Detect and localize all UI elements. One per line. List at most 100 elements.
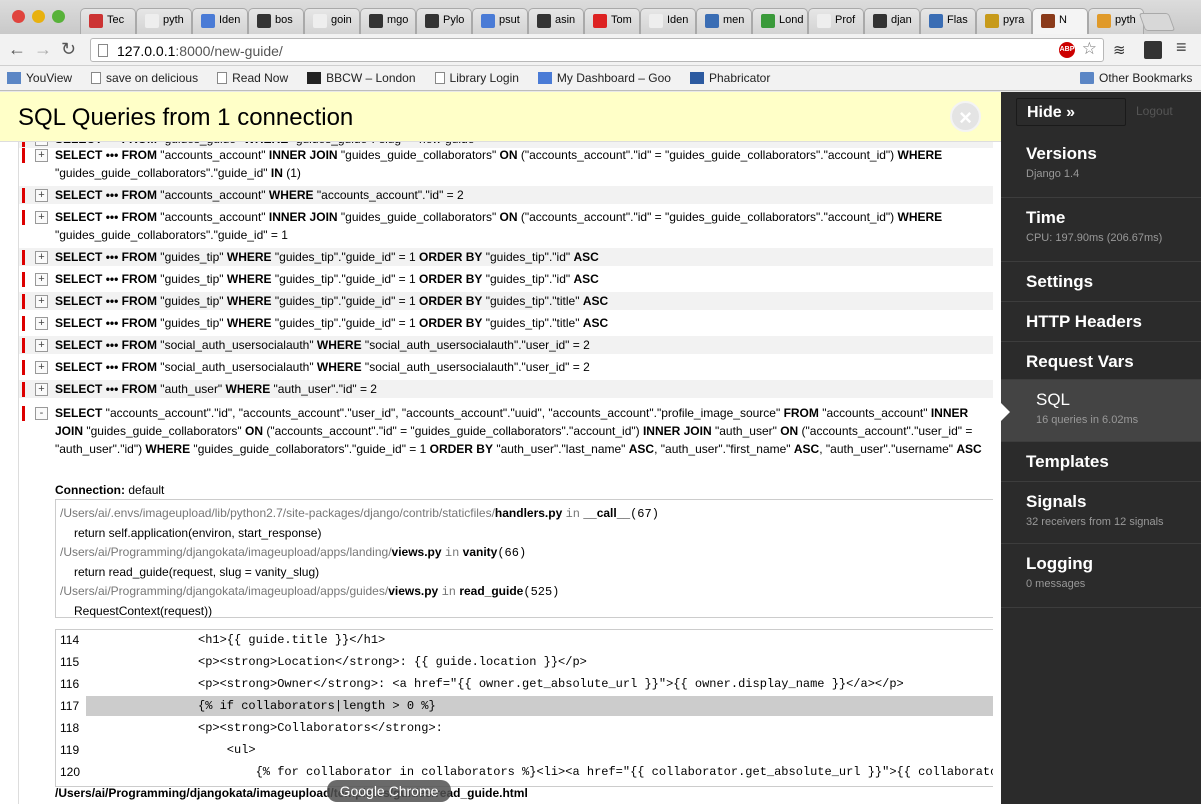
panel-nav-signals[interactable]: Signals 32 receivers from 12 signals (1001, 482, 1201, 544)
browser-tab[interactable]: Flas (920, 8, 976, 34)
connection-label: Connection: (55, 483, 125, 497)
sql-keyword: INNER JOIN (268, 210, 338, 224)
bookmark-item[interactable]: Phabricator (689, 71, 770, 85)
browser-tab[interactable]: men (696, 8, 752, 34)
expand-icon[interactable]: + (35, 383, 48, 396)
browser-tab[interactable]: pyth (136, 8, 192, 34)
close-window-icon[interactable] (12, 10, 25, 23)
nav-title: SQL (1036, 390, 1071, 409)
new-tab-button[interactable] (1138, 13, 1176, 31)
favicon-icon (481, 14, 495, 28)
bookmark-item[interactable]: My Dashboard – Goo (537, 71, 671, 85)
panel-nav-versions[interactable]: Versions Django 1.4 (1001, 134, 1201, 198)
expand-icon[interactable]: + (35, 361, 48, 374)
browser-tab[interactable]: Iden (640, 8, 696, 34)
bookmark-item[interactable]: Read Now (217, 71, 288, 85)
other-bookmarks[interactable]: Other Bookmarks (1080, 71, 1192, 85)
tab-label: goin (331, 14, 352, 26)
favicon-icon (257, 14, 271, 28)
browser-tab[interactable]: N (1032, 8, 1088, 34)
extension-icon[interactable] (1144, 41, 1162, 59)
minimize-window-icon[interactable] (32, 10, 45, 23)
browser-tab[interactable]: Lond (752, 8, 808, 34)
expand-icon[interactable]: + (35, 339, 48, 352)
expand-icon[interactable]: + (35, 295, 48, 308)
favicon-icon (369, 14, 383, 28)
expand-icon[interactable]: + (35, 149, 48, 162)
sql-keyword: INNER JOIN (642, 424, 712, 438)
collapse-icon[interactable]: - (35, 407, 48, 420)
layers-extension-icon[interactable]: ≋ (1113, 41, 1129, 59)
panel-nav-sql[interactable]: SQL 16 queries in 6.02ms (1001, 380, 1201, 442)
panel-nav-request-vars[interactable]: Request Vars (1001, 342, 1201, 380)
bookmark-item[interactable]: Library Login (434, 71, 519, 85)
url-text[interactable]: 127.0.0.1:8000/new-guide/ (117, 43, 283, 59)
browser-tab[interactable]: djan (864, 8, 920, 34)
sql-keyword: FROM (121, 360, 157, 374)
logout-link[interactable]: Logout (1136, 104, 1173, 118)
browser-tab[interactable]: asin (528, 8, 584, 34)
nav-subtitle: Django 1.4 (1026, 168, 1080, 180)
panel-nav-templates[interactable]: Templates (1001, 442, 1201, 482)
line-code: <h1>{{ guide.title }}</h1> (198, 633, 386, 647)
sql-query-row: + SELECT ••• FROM "guides_tip" WHERE "gui… (19, 248, 993, 266)
bbc-icon (307, 72, 322, 84)
sql-query-row: + SELECT ••• FROM "accounts_account" WHER… (19, 186, 993, 204)
line-number: 119 (60, 743, 80, 757)
reload-icon[interactable]: ↻ (61, 40, 76, 58)
expand-icon[interactable]: + (35, 189, 48, 202)
close-panel-button[interactable]: × (950, 101, 981, 132)
frame-file: views.py (388, 584, 439, 598)
sql-query-list: +SELECT ••• FROM "guides_guide" WHERE "g… (18, 142, 993, 804)
adblock-icon[interactable]: ABP (1059, 42, 1075, 58)
other-bookmarks-label: Other Bookmarks (1099, 71, 1193, 85)
panel-nav-logging[interactable]: Logging 0 messages (1001, 544, 1201, 608)
frame-line-close: ) (518, 546, 527, 560)
sql-keyword: ••• (105, 188, 119, 202)
expand-icon[interactable]: + (35, 317, 48, 330)
browser-tab[interactable]: mgo (360, 8, 416, 34)
browser-tab[interactable]: bos (248, 8, 304, 34)
browser-tab[interactable]: Tec (80, 8, 136, 34)
stacktrace: /Users/ai/.envs/imageupload/lib/python2.… (55, 499, 993, 618)
panel-nav-time[interactable]: Time CPU: 197.90ms (206.67ms) (1001, 198, 1201, 262)
favicon-icon (929, 14, 943, 28)
stack-frame: /Users/ai/Programming/djangokata/imageup… (60, 582, 990, 602)
page-icon (98, 44, 108, 57)
query-duration-bar (22, 382, 25, 397)
sql-keyword: SELECT (55, 250, 103, 264)
bookmark-item[interactable]: BBCW – London (307, 71, 416, 85)
back-icon[interactable]: ← (8, 40, 26, 58)
frame-code: return self.application(environ, start_r… (74, 526, 322, 540)
bookmark-item[interactable]: YouView (7, 71, 72, 85)
expand-icon[interactable]: + (35, 251, 48, 264)
query-duration-bar (22, 406, 25, 421)
sql-keyword: ON (244, 424, 263, 438)
frame-line: 525 (530, 585, 553, 599)
sql-keyword: ON (499, 148, 518, 162)
bookmark-item[interactable]: save on delicious (91, 71, 198, 85)
browser-tab[interactable]: Iden (192, 8, 248, 34)
sql-keyword: FROM (121, 382, 157, 396)
panel-nav-http-headers[interactable]: HTTP Headers (1001, 302, 1201, 342)
hide-toolbar-button[interactable]: Hide » (1016, 98, 1126, 126)
frame-path: /Users/ai/.envs/imageupload/lib/python2.… (60, 506, 495, 520)
star-icon[interactable]: ☆ (1082, 39, 1097, 59)
bookmark-label: Read Now (232, 71, 289, 85)
browser-tab[interactable]: pyth (1088, 8, 1144, 34)
browser-tab[interactable]: goin (304, 8, 360, 34)
expand-icon[interactable]: + (35, 273, 48, 286)
browser-tab[interactable]: pyra (976, 8, 1032, 34)
browser-tab[interactable]: psut (472, 8, 528, 34)
expand-icon[interactable]: + (35, 211, 48, 224)
forward-icon[interactable]: → (34, 40, 52, 58)
panel-nav-settings[interactable]: Settings (1001, 262, 1201, 302)
browser-tab[interactable]: Tom (584, 8, 640, 34)
stack-frame: /Users/ai/.envs/imageupload/lib/python2.… (60, 504, 990, 524)
address-bar[interactable]: 127.0.0.1:8000/new-guide/ ABP ☆ (90, 38, 1104, 62)
menu-icon[interactable]: ≡ (1176, 37, 1187, 58)
sql-keyword: ••• (105, 316, 119, 330)
browser-tab[interactable]: Prof (808, 8, 864, 34)
zoom-window-icon[interactable] (52, 10, 65, 23)
browser-tab[interactable]: Pylo (416, 8, 472, 34)
